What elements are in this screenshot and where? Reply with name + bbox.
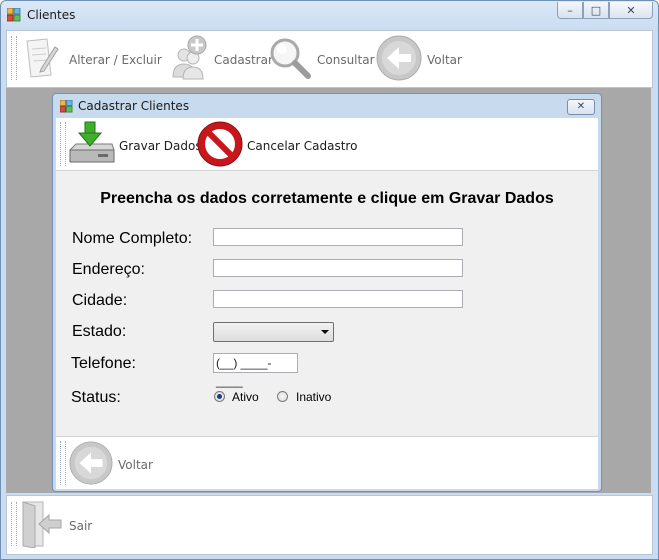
bottom-toolbar-grip[interactable] [11, 502, 17, 546]
city-label: Cidade: [72, 292, 128, 309]
child-close-button[interactable]: ✕ [567, 99, 595, 115]
city-input[interactable] [213, 290, 463, 308]
register-label: Cadastrar [214, 52, 273, 67]
search-icon [267, 35, 313, 84]
form-toolbar: Gravar Dados Cancelar Cadastro [56, 118, 598, 171]
save-drive-icon [68, 120, 116, 171]
back-arrow-icon [68, 440, 114, 489]
close-icon: ✕ [626, 3, 636, 17]
title-bar[interactable]: Clientes – □ ✕ [0, 0, 659, 30]
form-panel: Gravar Dados Cancelar Cadastro Preencha … [56, 118, 598, 489]
chevron-down-icon [321, 330, 329, 334]
form-heading: Preencha os dados corretamente e clique … [100, 190, 554, 207]
status-active-radio[interactable] [214, 391, 225, 402]
minimize-button[interactable]: – [557, 2, 583, 19]
status-radio-group: Ativo Inativo [213, 390, 333, 406]
add-user-icon [171, 33, 209, 86]
window-controls: – □ ✕ [557, 2, 653, 20]
form-bottom-grip[interactable] [60, 441, 66, 485]
app-icon [6, 7, 21, 22]
search-button[interactable]: Consultar [267, 35, 375, 84]
cancel-button[interactable]: Cancelar Cadastro [196, 120, 357, 171]
address-label: Endereço: [72, 261, 145, 278]
no-entry-icon [196, 120, 244, 171]
exit-door-icon [19, 500, 65, 551]
phone-mask-text: (__) ____-____ [216, 356, 272, 388]
state-select[interactable] [213, 322, 334, 342]
name-input[interactable] [213, 228, 463, 246]
exit-label: Sair [69, 518, 93, 533]
close-icon: ✕ [576, 101, 586, 112]
status-inactive-label[interactable]: Inativo [296, 390, 331, 404]
back-arrow-icon [375, 34, 423, 85]
address-input[interactable] [213, 259, 463, 277]
main-toolbar: Alterar / Excluir Cadastrar Consultar Vo… [6, 30, 653, 88]
exit-button[interactable]: Sair [19, 500, 92, 551]
child-window: Cadastrar Clientes ✕ Gravar Dados Cancel… [52, 93, 602, 492]
close-button[interactable]: ✕ [609, 2, 653, 19]
state-label: Estado: [72, 323, 127, 340]
edit-document-icon [21, 35, 61, 84]
status-active-label[interactable]: Ativo [232, 390, 259, 404]
form-toolbar-grip[interactable] [60, 122, 66, 166]
cancel-label: Cancelar Cadastro [247, 138, 358, 153]
child-window-title: Cadastrar Clientes [78, 99, 190, 113]
maximize-button[interactable]: □ [583, 2, 609, 19]
search-label: Consultar [317, 52, 375, 67]
minimize-icon: – [567, 3, 573, 17]
form-bottom-toolbar: Voltar [56, 436, 598, 489]
back-label: Voltar [427, 52, 462, 67]
back-button[interactable]: Voltar [375, 34, 462, 85]
window-title: Clientes [27, 8, 76, 22]
save-label: Gravar Dados [119, 138, 202, 153]
child-app-icon [59, 99, 73, 113]
register-button[interactable]: Cadastrar [171, 33, 273, 86]
edit-delete-label: Alterar / Excluir [69, 52, 162, 67]
status-inactive-radio[interactable] [277, 391, 288, 402]
form-back-label: Voltar [118, 457, 153, 472]
name-label: Nome Completo: [72, 230, 193, 247]
toolbar-grip[interactable] [11, 36, 17, 80]
phone-label: Telefone: [71, 355, 136, 372]
status-label: Status: [71, 389, 121, 406]
maximize-icon: □ [590, 3, 602, 17]
edit-delete-button[interactable]: Alterar / Excluir [21, 35, 162, 84]
form-back-button[interactable]: Voltar [68, 440, 153, 489]
save-button[interactable]: Gravar Dados [68, 120, 202, 171]
bottom-toolbar: Sair [6, 495, 653, 555]
phone-input[interactable]: (__) ____-____ [213, 353, 298, 388]
